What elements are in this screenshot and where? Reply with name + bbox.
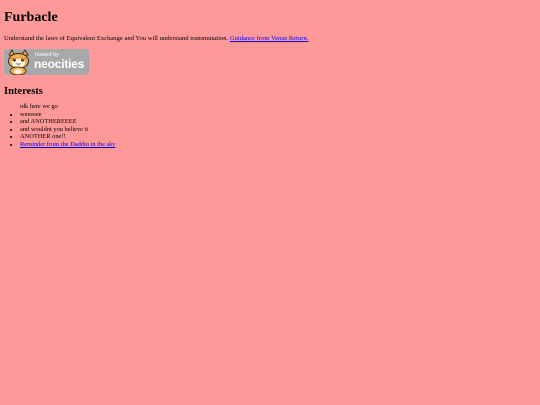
- venus-return-link[interactable]: Guidance from Venus Return.: [230, 35, 309, 42]
- list-item: ANOTHER one!!: [20, 133, 536, 141]
- interests-heading: Interests: [4, 86, 43, 97]
- list-item: and ANOTHEREEEE: [20, 118, 536, 126]
- neocities-badge[interactable]: hosted by neocities: [4, 49, 89, 75]
- page-title: Furbacle: [4, 10, 58, 25]
- page-content: Furbacle Understand the laws of Equivale…: [0, 0, 540, 149]
- intro-paragraph: Understand the laws of Equivalent Exchan…: [4, 34, 536, 43]
- list-item: idk here we go: [20, 103, 58, 110]
- list-item: weeeeee: [20, 111, 536, 119]
- badge-big-text: neocities: [34, 57, 85, 71]
- list-item: and wouldnt you believe it: [20, 126, 536, 134]
- list-item-link: Reminder from the Daddio in the sky: [20, 141, 536, 149]
- daddio-link[interactable]: Reminder from the Daddio in the sky: [20, 141, 116, 148]
- intro-text: Understand the laws of Equivalent Exchan…: [4, 35, 229, 42]
- interests-list: idk here we go weeeeee and ANOTHEREEEE a…: [4, 103, 536, 149]
- neocities-cat-icon: [8, 49, 29, 75]
